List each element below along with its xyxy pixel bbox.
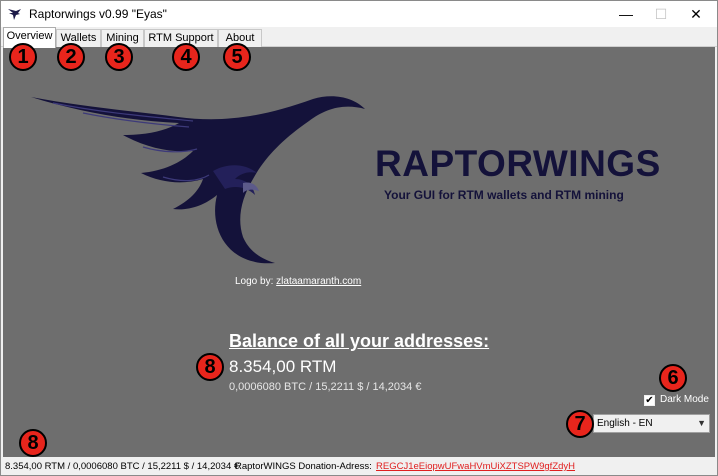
annotation-badge-3: 3 <box>105 43 133 71</box>
dark-mode-checkbox[interactable]: ✔ <box>644 395 655 406</box>
balance-title: Balance of all your addresses: <box>229 331 490 351</box>
overview-panel: RAPTORWINGS Your GUI for RTM wallets and… <box>3 47 715 457</box>
tab-strip: Overview Wallets Mining RTM Support Abou… <box>1 27 717 48</box>
annotation-badge-6: 6 <box>659 364 687 392</box>
status-bar: 8.354,00 RTM / 0,0006080 BTC / 15,2211 $… <box>3 458 715 475</box>
language-selected: English - EN <box>597 418 653 429</box>
annotation-badge-8: 8 <box>196 353 224 381</box>
close-button[interactable]: ✕ <box>679 1 713 27</box>
chevron-down-icon: ▼ <box>697 418 706 428</box>
logo-credit-link[interactable]: zlataamaranth.com <box>276 276 361 287</box>
annotation-badge-8b: 8 <box>19 429 47 457</box>
status-balance: 8.354,00 RTM / 0,0006080 BTC / 15,2211 $… <box>5 461 240 472</box>
language-select[interactable]: English - EN ▼ <box>593 414 710 433</box>
window-title: Raptorwings v0.99 "Eyas" <box>29 7 167 21</box>
annotation-badge-1: 1 <box>9 43 37 71</box>
raptor-app-icon <box>8 9 21 20</box>
annotation-badge-7: 7 <box>566 410 594 438</box>
annotation-badge-4: 4 <box>172 43 200 71</box>
balance-conversions: 0,0006080 BTC / 15,2211 $ / 14,2034 € <box>229 381 422 393</box>
maximize-button[interactable]: ☐ <box>644 1 678 27</box>
balance-rtm: 8.354,00 RTM <box>229 357 337 376</box>
donation-address-link[interactable]: REGCJ1eEiopwUFwaHVmUiXZTSPW9gfZdyH <box>376 458 575 475</box>
brand-tagline: Your GUI for RTM wallets and RTM mining <box>384 188 624 202</box>
logo-credit: Logo by: zlataamaranth.com <box>235 276 361 287</box>
minimize-button[interactable]: — <box>609 1 643 27</box>
brand-name: RAPTORWINGS <box>375 143 661 184</box>
app-window: Raptorwings v0.99 "Eyas" — ☐ ✕ Overview … <box>0 0 718 476</box>
raptor-logo-icon <box>31 96 365 264</box>
logo-credit-prefix: Logo by: <box>235 276 274 287</box>
donation-label: RaptorWINGS Donation-Adress: <box>235 461 372 472</box>
annotation-badge-5: 5 <box>223 43 251 71</box>
title-bar[interactable]: Raptorwings v0.99 "Eyas" — ☐ ✕ <box>1 1 717 27</box>
annotation-badge-2: 2 <box>57 43 85 71</box>
dark-mode-label: Dark Mode <box>660 394 709 405</box>
